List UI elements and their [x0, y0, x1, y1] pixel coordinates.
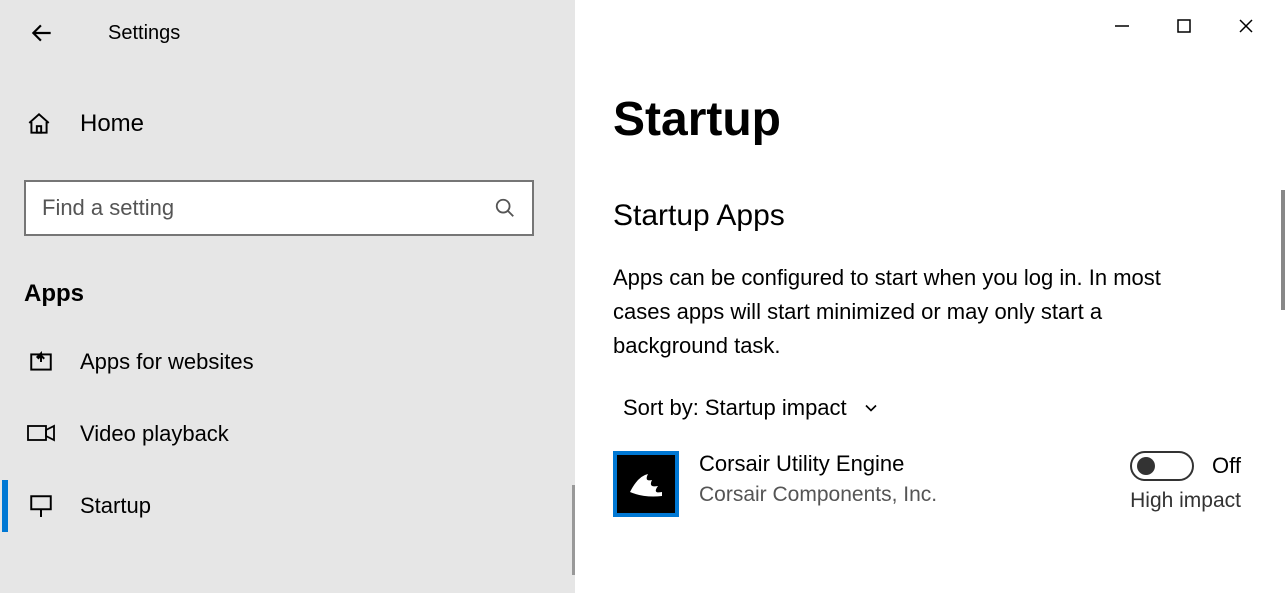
home-icon	[26, 111, 52, 137]
sidebar-section-label: Apps	[24, 280, 575, 308]
startup-icon	[26, 493, 56, 519]
close-button[interactable]	[1215, 6, 1277, 46]
startup-toggle[interactable]	[1130, 451, 1194, 481]
sidebar-item-label: Startup	[80, 493, 151, 519]
maximize-button[interactable]	[1153, 6, 1215, 46]
search-box[interactable]	[24, 180, 534, 236]
sidebar: Settings Home Apps	[0, 0, 575, 593]
search-icon	[494, 197, 516, 219]
sidebar-item-label: Apps for websites	[80, 349, 254, 375]
open-in-app-icon	[26, 349, 56, 375]
video-icon	[26, 423, 56, 445]
close-icon	[1238, 18, 1254, 34]
sort-by-value: Startup impact	[705, 395, 847, 421]
search-input[interactable]	[42, 195, 462, 221]
toggle-state-label: Off	[1212, 453, 1241, 479]
sidebar-item-label: Video playback	[80, 421, 229, 447]
impact-label: High impact	[1130, 489, 1241, 513]
window-title: Settings	[108, 22, 180, 45]
app-publisher: Corsair Components, Inc.	[699, 483, 937, 507]
section-description: Apps can be configured to start when you…	[613, 261, 1213, 363]
window-controls	[1091, 6, 1277, 46]
sidebar-item-apps-for-websites[interactable]: Apps for websites	[26, 326, 575, 398]
maximize-icon	[1176, 18, 1192, 34]
corsair-logo-icon	[624, 462, 668, 506]
section-heading: Startup Apps	[613, 199, 1285, 233]
toggle-knob	[1137, 457, 1155, 475]
sort-by-label: Sort by:	[623, 395, 699, 421]
startup-app-row: Corsair Utility Engine Corsair Component…	[613, 451, 1285, 517]
main-content: Startup Startup Apps Apps can be configu…	[575, 0, 1285, 593]
sidebar-item-startup[interactable]: Startup	[26, 470, 575, 542]
minimize-icon	[1114, 18, 1130, 34]
minimize-button[interactable]	[1091, 6, 1153, 46]
arrow-left-icon	[29, 20, 55, 46]
app-icon	[613, 451, 679, 517]
content-scrollbar[interactable]	[1281, 190, 1285, 310]
page-title: Startup	[613, 92, 1285, 147]
sidebar-home[interactable]: Home	[26, 110, 575, 138]
sidebar-home-label: Home	[80, 110, 144, 138]
sidebar-item-video-playback[interactable]: Video playback	[26, 398, 575, 470]
app-name: Corsair Utility Engine	[699, 451, 937, 477]
back-button[interactable]	[24, 15, 60, 51]
chevron-down-icon	[861, 398, 881, 418]
sort-by-control[interactable]: Sort by: Startup impact	[623, 395, 1285, 421]
